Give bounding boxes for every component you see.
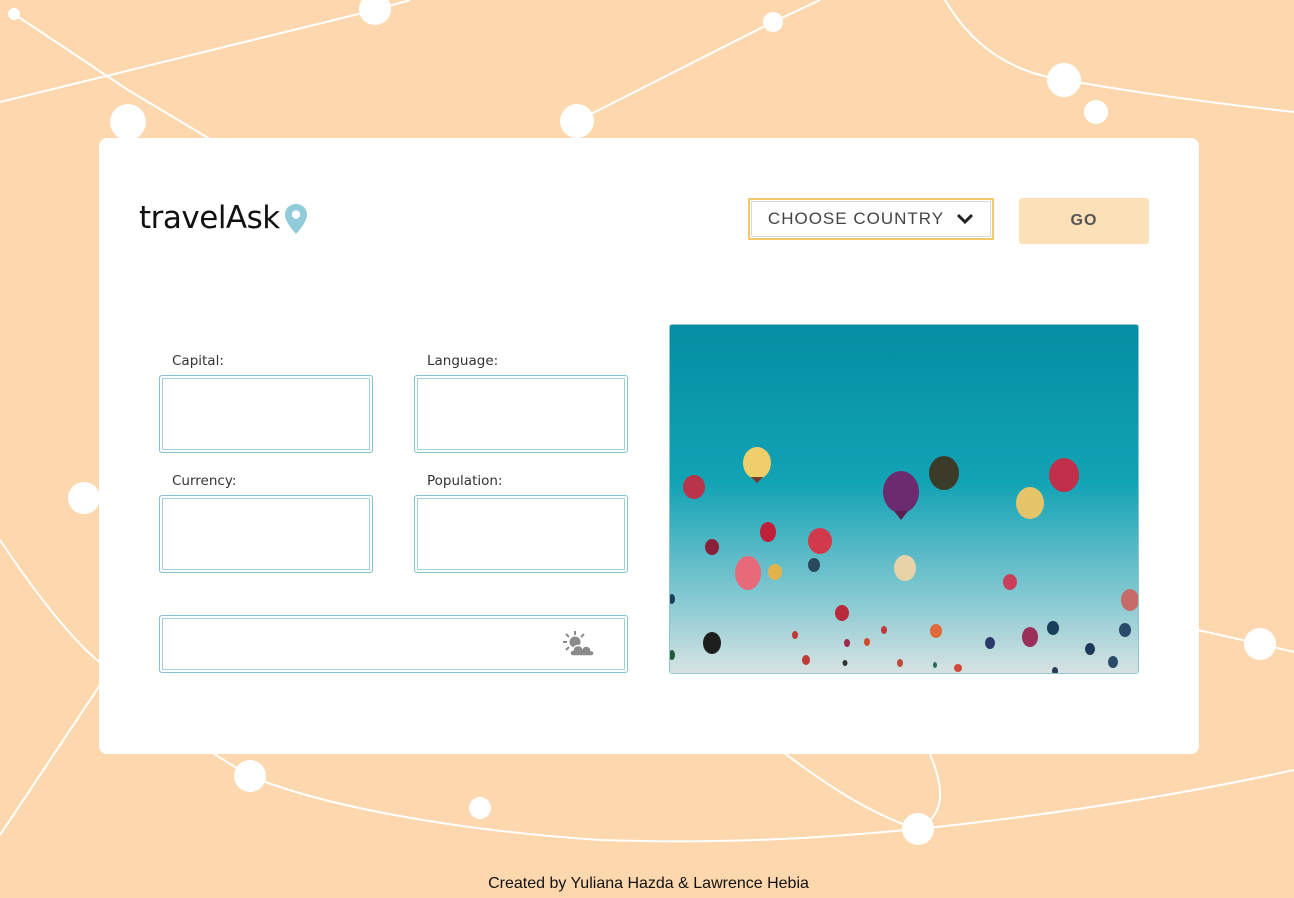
country-photo — [669, 324, 1139, 674]
logo-text: travelAsk — [139, 200, 280, 236]
currency-label: Currency: — [172, 473, 237, 489]
partly-cloudy-icon — [563, 631, 595, 657]
country-select-value: CHOOSE COUNTRY — [767, 209, 945, 228]
balloons-image — [670, 325, 1138, 673]
chevron-down-icon — [957, 213, 974, 225]
population-label: Population: — [427, 473, 503, 489]
language-field[interactable] — [414, 375, 628, 453]
currency-field[interactable] — [159, 495, 373, 573]
country-select[interactable]: CHOOSE COUNTRY — [748, 198, 994, 240]
main-card: travelAsk CHOOSE COUNTRY GO Capital: Lan… — [99, 138, 1199, 754]
capital-label: Capital: — [172, 353, 224, 369]
app-logo[interactable]: travelAsk — [139, 200, 308, 236]
map-pin-icon — [284, 204, 307, 234]
language-label: Language: — [427, 353, 499, 369]
go-button[interactable]: GO — [1019, 198, 1149, 244]
population-field[interactable] — [414, 495, 628, 573]
footer-credit: Created by Yuliana Hazda & Lawrence Hebi… — [488, 875, 809, 892]
capital-field[interactable] — [159, 375, 373, 453]
weather-field[interactable] — [159, 615, 628, 673]
